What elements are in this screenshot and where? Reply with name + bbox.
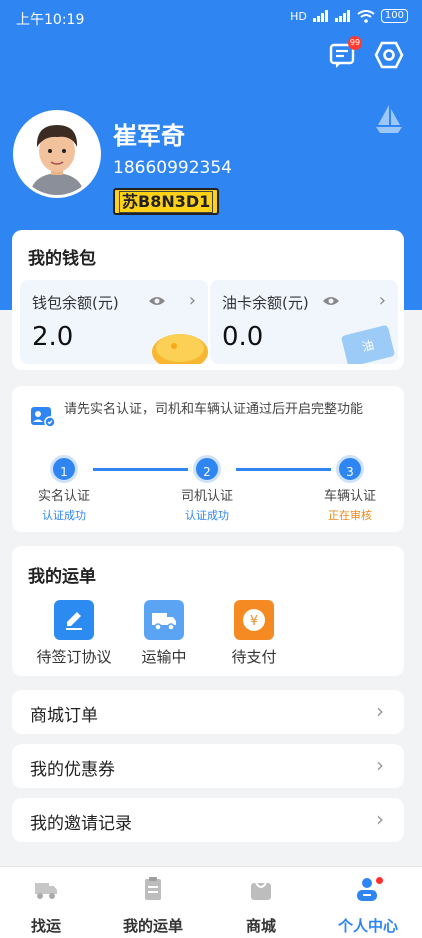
- bottom-tab-bar: 找运 我的运单 商城 个人中心: [0, 866, 422, 938]
- avatar-illustration: [16, 113, 98, 195]
- settings-icon: [374, 41, 404, 69]
- tab-label: 个人中心: [337, 917, 398, 935]
- truck-icon: [144, 600, 184, 640]
- wallet-balance-box[interactable]: 钱包余额(元) › 2.0: [20, 280, 208, 364]
- sailboat-icon: [376, 105, 402, 133]
- message-badge: 99: [348, 36, 362, 50]
- svg-text:¥: ¥: [250, 614, 258, 629]
- step-1-label[interactable]: 实名认证: [19, 485, 109, 504]
- network-label: HD: [290, 9, 307, 23]
- truck-icon: [35, 883, 57, 899]
- order-pending-agreement[interactable]: 待签订协议: [29, 600, 119, 667]
- tab-label: 商城: [245, 917, 276, 935]
- wifi-icon: [357, 9, 375, 23]
- user-phone: 18660992354: [113, 158, 232, 178]
- menu-row-label: 我的邀请记录: [30, 814, 132, 834]
- tab-label: 找运: [30, 917, 61, 935]
- chevron-right-icon: ›: [376, 699, 384, 723]
- chevron-right-icon: ›: [188, 290, 196, 311]
- order-label: 待支付: [231, 648, 277, 666]
- tab-personal-center[interactable]: 个人中心: [318, 875, 418, 936]
- menu-row-invites[interactable]: 我的邀请记录 ›: [12, 798, 404, 842]
- wallet-balance-label: 钱包余额(元): [32, 294, 119, 312]
- user-name: 崔军奇: [113, 122, 185, 150]
- tab-mall[interactable]: 商城: [211, 875, 311, 936]
- status-time: 上午10:19: [16, 12, 85, 28]
- menu-row-label: 我的优惠券: [30, 760, 115, 780]
- order-in-transit[interactable]: 运输中: [119, 600, 209, 667]
- signal-icon-2: [334, 10, 350, 22]
- step-3-status: 正在审核: [328, 509, 372, 522]
- step-2-label[interactable]: 司机认证: [162, 485, 252, 504]
- status-indicators: HD 100: [290, 9, 408, 23]
- menu-row-label: 商城订单: [30, 706, 98, 726]
- step-1-circle: 1: [50, 455, 78, 483]
- menu-row-mall-orders[interactable]: 商城订单 ›: [12, 690, 404, 734]
- license-plate: 苏B8N3D1: [113, 188, 220, 215]
- step-2-circle: 2: [193, 455, 221, 483]
- step-connector: [93, 468, 188, 471]
- certification-notice: 请先实名认证，司机和车辆认证通过后开启完整功能: [64, 402, 364, 417]
- certification-card: 请先实名认证，司机和车辆认证通过后开启完整功能 1 2 3 实名认证 司机认证 …: [12, 386, 404, 532]
- wallet-card: 我的钱包 钱包余额(元) › 2.0 油卡余额(元) › 0.0 油: [12, 230, 404, 370]
- menu-row-coupons[interactable]: 我的优惠券 ›: [12, 744, 404, 788]
- oil-balance-value: 0.0: [222, 322, 264, 352]
- settings-button[interactable]: [374, 40, 406, 72]
- step-1-status: 认证成功: [42, 509, 86, 522]
- pen-icon: [54, 600, 94, 640]
- coin-icon: [152, 334, 208, 364]
- chevron-right-icon: ›: [376, 807, 384, 831]
- tab-my-orders[interactable]: 我的运单: [103, 875, 203, 936]
- order-label: 待签订协议: [36, 648, 112, 666]
- step-2-status: 认证成功: [185, 509, 229, 522]
- chevron-right-icon: ›: [378, 290, 386, 311]
- tab-find-shipment[interactable]: 找运: [0, 875, 96, 936]
- eye-icon[interactable]: [148, 295, 166, 307]
- orders-title: 我的运单: [28, 567, 96, 587]
- wallet-title: 我的钱包: [28, 249, 96, 269]
- shopping-bag-icon: [251, 882, 271, 900]
- wallet-balance-value: 2.0: [32, 322, 74, 352]
- step-connector: [236, 468, 331, 471]
- clipboard-icon: [145, 877, 161, 900]
- chevron-right-icon: ›: [376, 753, 384, 777]
- oil-balance-label: 油卡余额(元): [222, 294, 309, 312]
- avatar[interactable]: [13, 110, 101, 198]
- eye-icon[interactable]: [322, 295, 340, 307]
- oil-card-text: 油: [360, 337, 376, 355]
- signal-icon: [312, 10, 328, 22]
- yen-icon: ¥: [234, 600, 274, 640]
- order-label: 运输中: [141, 648, 187, 666]
- id-card-icon: [31, 407, 56, 428]
- status-bar: 上午10:19 HD 100: [0, 0, 422, 34]
- oil-card-icon: 油: [340, 324, 396, 364]
- battery-icon: 100: [380, 9, 408, 23]
- message-button[interactable]: 99: [328, 36, 362, 72]
- my-orders-card: 我的运单 待签订协议 运输中 ¥ 待支付: [12, 546, 404, 676]
- license-plate-text: 苏B8N3D1: [119, 191, 214, 213]
- order-pending-payment[interactable]: ¥ 待支付: [209, 600, 299, 667]
- oil-balance-box[interactable]: 油卡余额(元) › 0.0 油: [210, 280, 398, 364]
- step-3-label[interactable]: 车辆认证: [305, 485, 395, 504]
- tab-label: 我的运单: [122, 917, 183, 935]
- step-3-circle: 3: [336, 455, 364, 483]
- notification-dot: [376, 877, 383, 884]
